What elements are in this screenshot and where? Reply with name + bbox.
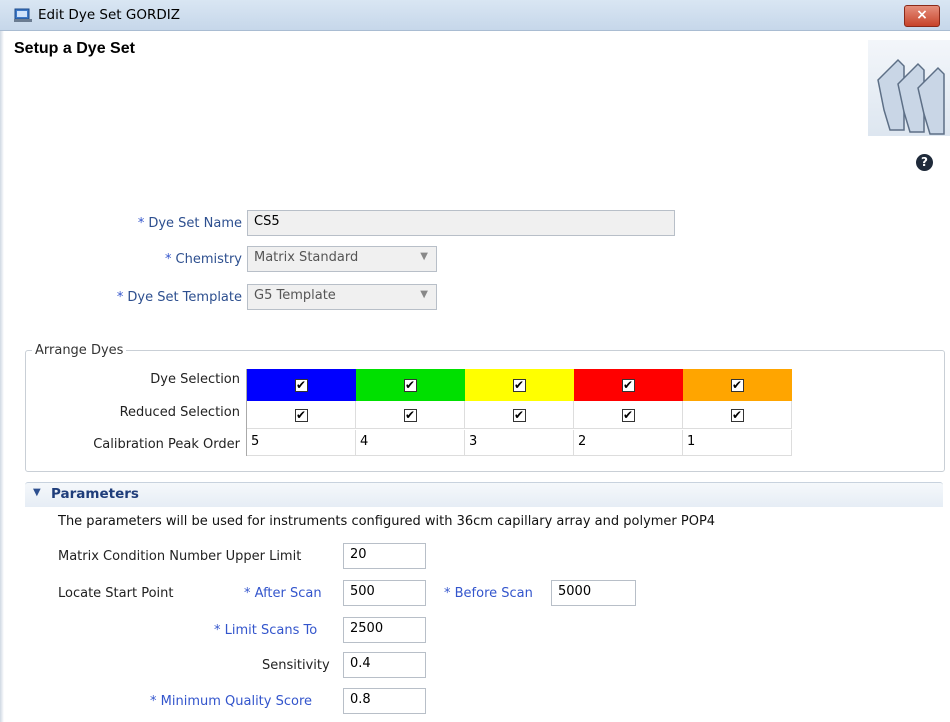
dye-color-cell[interactable]: ✔ xyxy=(683,369,792,401)
close-button[interactable]: × xyxy=(904,5,940,27)
dye-set-banner-icon xyxy=(868,40,950,136)
after-scan-input[interactable]: 500 xyxy=(343,580,426,606)
reduced-selection-cell[interactable]: ✔ xyxy=(683,401,792,429)
reduced-selection-cell[interactable]: ✔ xyxy=(574,401,683,429)
dye-selection-label: Dye Selection xyxy=(150,372,240,387)
reduced-selection-checkbox[interactable]: ✔ xyxy=(512,409,526,422)
chevron-down-icon: ▼ xyxy=(420,289,428,300)
reduced-selection-checkbox[interactable]: ✔ xyxy=(730,409,744,422)
arrange-dyes-legend: Arrange Dyes xyxy=(32,343,127,358)
dye-color-cell[interactable]: ✔ xyxy=(247,369,356,401)
dye-selection-checkbox[interactable]: ✔ xyxy=(512,379,526,392)
chemistry-dropdown[interactable]: Matrix Standard ▼ xyxy=(247,246,437,272)
dye-color-cell[interactable]: ✔ xyxy=(574,369,683,401)
required-marker: * xyxy=(165,252,172,267)
reduced-selection-checkbox[interactable]: ✔ xyxy=(621,409,635,422)
parameters-description: The parameters will be used for instrume… xyxy=(58,514,716,529)
app-icon xyxy=(14,8,32,22)
reduced-selection-cell[interactable]: ✔ xyxy=(356,401,465,429)
parameters-header[interactable]: ▼ Parameters xyxy=(25,482,943,507)
dye-selection-checkbox[interactable]: ✔ xyxy=(730,379,744,392)
dye-set-template-value: G5 Template xyxy=(254,288,336,303)
locate-start-point-label: Locate Start Point xyxy=(58,586,174,601)
min-quality-label: * Minimum Quality Score xyxy=(150,694,313,709)
matrix-condition-input[interactable]: 20 xyxy=(343,543,426,569)
dye-set-template-dropdown[interactable]: G5 Template ▼ xyxy=(247,284,437,310)
required-marker: * xyxy=(116,290,124,305)
dye-selection-checkbox[interactable]: ✔ xyxy=(403,379,417,392)
parameters-title: Parameters xyxy=(51,486,139,502)
chemistry-label: * Chemistry xyxy=(165,252,242,267)
chevron-down-icon: ▼ xyxy=(420,251,428,262)
calibration-peak-order-label: Calibration Peak Order xyxy=(93,437,240,452)
reduced-selection-checkbox[interactable]: ✔ xyxy=(403,409,417,422)
dye-color-cell[interactable]: ✔ xyxy=(465,369,574,401)
help-icon[interactable]: ? xyxy=(916,154,933,171)
dye-selection-checkbox[interactable]: ✔ xyxy=(621,379,635,392)
reduced-selection-cell[interactable]: ✔ xyxy=(247,401,356,429)
calibration-order-cell[interactable]: 1 xyxy=(683,430,792,456)
page-title: Setup a Dye Set xyxy=(14,40,135,57)
sensitivity-input[interactable]: 0.4 xyxy=(343,652,426,678)
dye-set-name-label: * Dye Set Name xyxy=(137,216,242,231)
after-scan-label: * After Scan xyxy=(244,586,322,601)
required-marker: * xyxy=(214,623,221,638)
before-scan-label: * Before Scan xyxy=(444,586,533,601)
expand-triangle-icon: ▼ xyxy=(33,487,41,498)
window-title: Edit Dye Set GORDIZ xyxy=(38,7,180,23)
before-scan-input[interactable]: 5000 xyxy=(551,580,636,606)
limit-scans-label: * Limit Scans To xyxy=(214,623,318,638)
sensitivity-label: Sensitivity xyxy=(262,658,330,673)
title-bar: Edit Dye Set GORDIZ × xyxy=(0,0,950,31)
window-left-border xyxy=(0,30,4,722)
reduced-selection-cell[interactable]: ✔ xyxy=(465,401,574,429)
chemistry-value: Matrix Standard xyxy=(254,250,359,265)
required-marker: * xyxy=(444,586,451,601)
required-marker: * xyxy=(244,586,251,601)
dye-set-template-label: * Dye Set Template xyxy=(116,290,242,305)
min-quality-input[interactable]: 0.8 xyxy=(343,688,426,714)
reduced-selection-checkbox[interactable]: ✔ xyxy=(294,409,308,422)
dye-color-cell[interactable]: ✔ xyxy=(356,369,465,401)
calibration-order-cell[interactable]: 2 xyxy=(574,430,683,456)
calibration-order-cell[interactable]: 4 xyxy=(356,430,465,456)
required-marker: * xyxy=(150,694,157,709)
grid-left-border xyxy=(246,369,247,456)
calibration-order-cell[interactable]: 5 xyxy=(247,430,356,456)
reduced-selection-label: Reduced Selection xyxy=(119,405,240,420)
matrix-condition-label: Matrix Condition Number Upper Limit xyxy=(58,549,302,564)
dye-set-name-field[interactable]: CS5 xyxy=(247,210,675,236)
calibration-order-cell[interactable]: 3 xyxy=(465,430,574,456)
limit-scans-input[interactable]: 2500 xyxy=(343,617,426,643)
dye-selection-checkbox[interactable]: ✔ xyxy=(294,379,308,392)
required-marker: * xyxy=(137,216,145,231)
